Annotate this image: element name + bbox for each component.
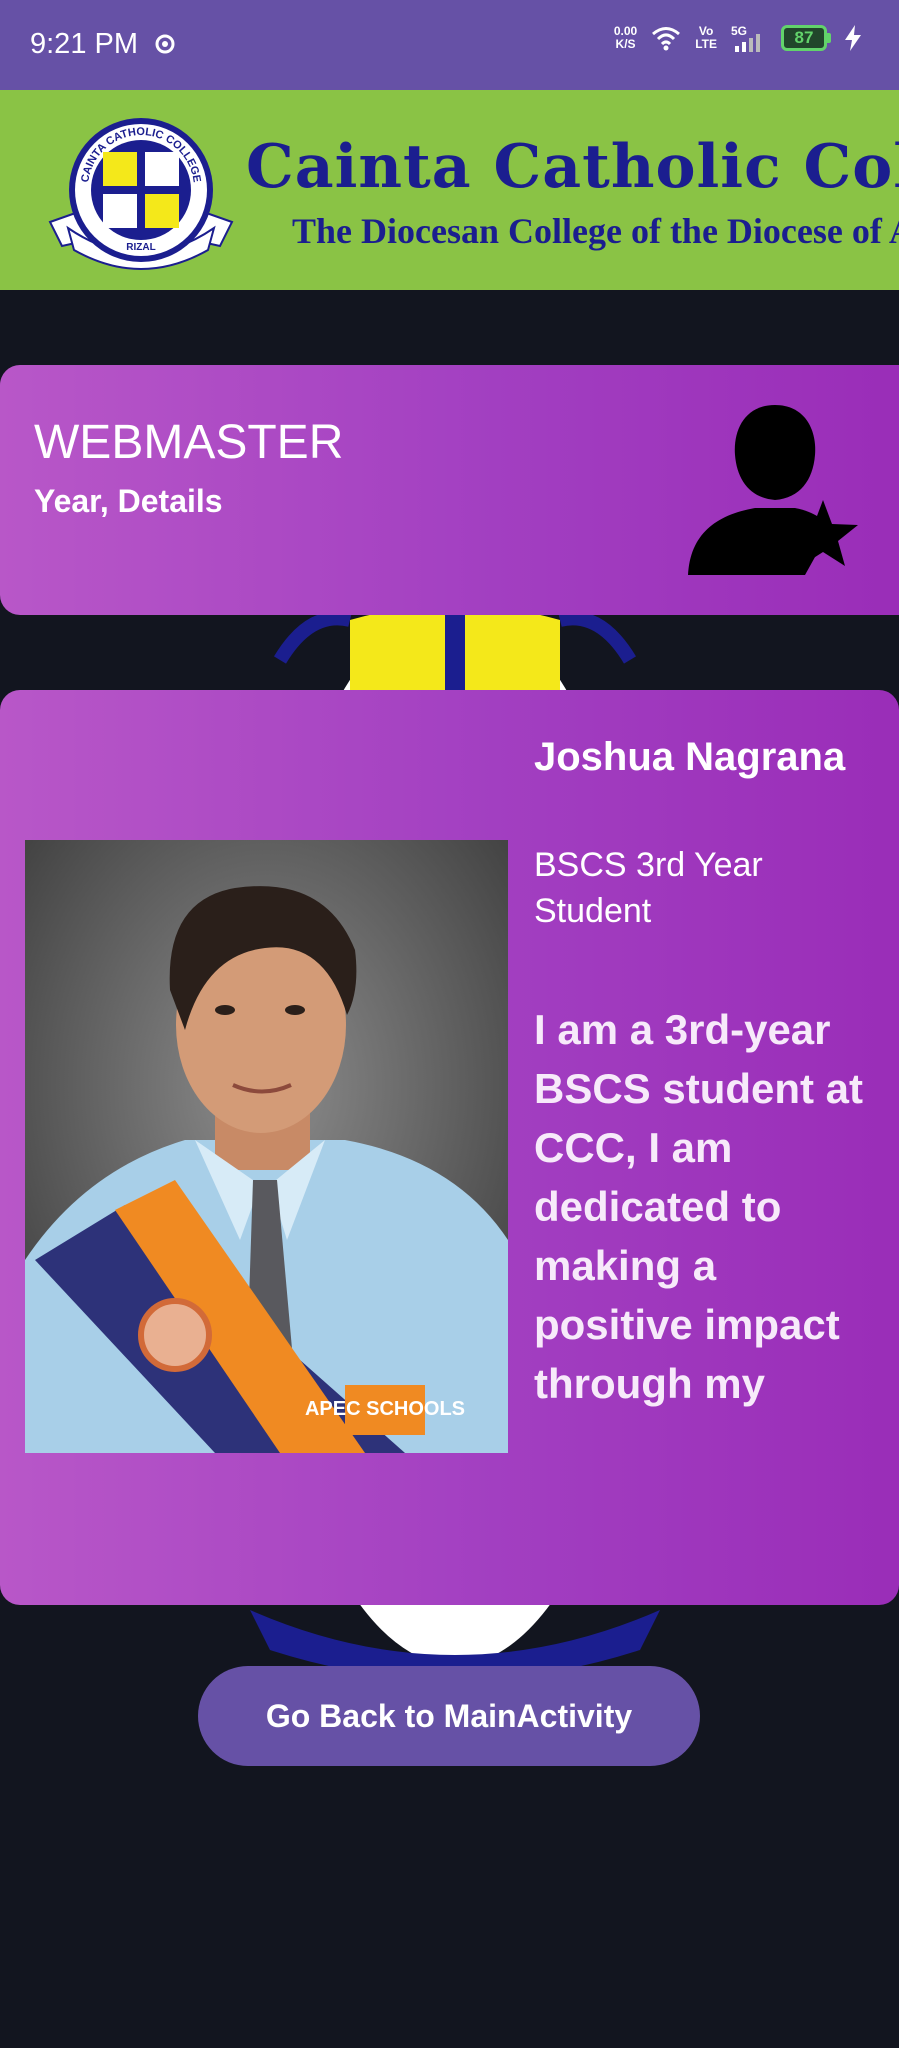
photo-badge-text: APEC SCHOOLS xyxy=(305,1398,465,1420)
college-subtitle: The Diocesan College of the Diocese of A… xyxy=(292,211,899,251)
logo-bottom-text: RIZAL xyxy=(126,242,155,253)
college-banner: CAINTA CATHOLIC COLLEGE RIZAL Cainta Cat… xyxy=(0,90,899,290)
status-icons: 0.00 K/S Vo LTE 5G 87 xyxy=(614,24,861,52)
charging-icon xyxy=(845,25,861,51)
sync-icon xyxy=(155,34,175,54)
student-bio: I am a 3rd-year BSCS student at CCC, I a… xyxy=(534,1006,864,1407)
signal-icon: 5G xyxy=(731,24,767,52)
role-title: WEBMASTER xyxy=(34,416,344,469)
go-back-button[interactable]: Go Back to MainActivity xyxy=(198,1666,700,1766)
volte-indicator: Vo LTE xyxy=(695,25,717,51)
profile-photo: APEC SCHOOLS xyxy=(25,840,508,1453)
student-course: BSCS 3rd Year Student xyxy=(534,846,763,930)
net-speed-unit: K/S xyxy=(615,37,636,51)
status-time: 9:21 PM xyxy=(30,28,138,60)
profile-photo-image: APEC SCHOOLS xyxy=(25,840,508,1453)
volte-bottom: LTE xyxy=(695,37,717,51)
role-card: WEBMASTER Year, Details xyxy=(0,365,899,615)
college-name: Cainta Catholic College xyxy=(246,132,899,202)
college-logo: CAINTA CATHOLIC COLLEGE RIZAL xyxy=(48,118,234,270)
net-speed: 0.00 K/S xyxy=(614,25,637,51)
wifi-icon xyxy=(652,27,681,51)
person-star-icon xyxy=(688,405,858,575)
status-bar: 9:21 PM 0.00 K/S Vo LTE 5G 87 xyxy=(0,0,899,90)
profile-card: APEC SCHOOLS Joshua Nagrana BSCS 3rd Yea… xyxy=(0,690,899,1605)
role-subtitle: Year, Details xyxy=(34,483,223,519)
battery-level: 87 xyxy=(794,28,814,47)
student-name: Joshua Nagrana xyxy=(534,735,846,779)
battery-icon: 87 xyxy=(781,25,831,51)
